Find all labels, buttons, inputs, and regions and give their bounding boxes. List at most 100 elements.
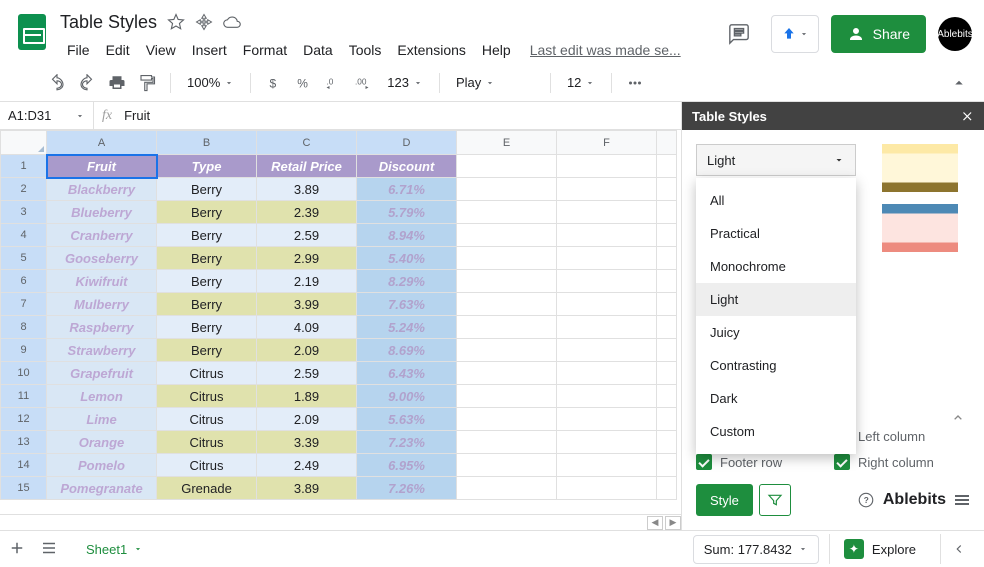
zoom-select[interactable]: 100% — [181, 75, 240, 90]
cell[interactable]: Pomelo — [47, 454, 157, 477]
cell[interactable]: 2.59 — [257, 362, 357, 385]
cell[interactable] — [657, 293, 677, 316]
cell[interactable] — [657, 316, 677, 339]
cell[interactable] — [457, 431, 557, 454]
cell[interactable] — [557, 431, 657, 454]
ablebits-brand[interactable]: ? Ablebits — [857, 491, 970, 509]
cell[interactable]: Lemon — [47, 385, 157, 408]
menu-tools[interactable]: Tools — [342, 38, 389, 62]
paint-format-icon[interactable] — [134, 70, 160, 96]
format-select[interactable]: 123 — [381, 75, 429, 90]
cell[interactable]: 3.89 — [257, 477, 357, 500]
style-preview[interactable] — [882, 204, 958, 252]
avatar[interactable]: Ablebits — [938, 17, 972, 51]
cell[interactable] — [457, 385, 557, 408]
cell[interactable]: 2.09 — [257, 408, 357, 431]
cell[interactable] — [557, 362, 657, 385]
cell[interactable] — [457, 178, 557, 201]
cell[interactable]: Type — [157, 155, 257, 178]
row-header[interactable]: 9 — [1, 339, 47, 362]
cell[interactable]: Citrus — [157, 385, 257, 408]
move-icon[interactable] — [195, 13, 213, 31]
cell[interactable] — [557, 454, 657, 477]
cell[interactable]: 5.63% — [357, 408, 457, 431]
dropdown-option[interactable]: Contrasting — [696, 349, 856, 382]
undo-icon[interactable] — [44, 70, 70, 96]
cell[interactable]: Berry — [157, 270, 257, 293]
cell[interactable]: 5.40% — [357, 247, 457, 270]
font-size-select[interactable]: 12 — [561, 75, 601, 90]
more-icon[interactable] — [622, 70, 648, 96]
cell[interactable] — [557, 477, 657, 500]
cell[interactable]: 7.23% — [357, 431, 457, 454]
cell[interactable] — [557, 339, 657, 362]
menu-help[interactable]: Help — [475, 38, 518, 62]
cell[interactable]: Berry — [157, 201, 257, 224]
row-header[interactable]: 3 — [1, 201, 47, 224]
cell[interactable]: Berry — [157, 339, 257, 362]
cell[interactable] — [557, 270, 657, 293]
row-header[interactable]: 4 — [1, 224, 47, 247]
cell[interactable]: 5.79% — [357, 201, 457, 224]
cell[interactable]: Grenade — [157, 477, 257, 500]
font-select[interactable]: Play — [450, 75, 540, 90]
grid[interactable]: A B C D E F 1FruitTypeRetail PriceDiscou… — [0, 130, 681, 514]
style-category-dropdown[interactable]: Light — [696, 144, 856, 176]
row-header[interactable]: 15 — [1, 477, 47, 500]
menu-extensions[interactable]: Extensions — [390, 38, 472, 62]
cell[interactable]: 9.00% — [357, 385, 457, 408]
col-header-b[interactable]: B — [157, 131, 257, 155]
scroll-right-icon[interactable]: ▶ — [665, 516, 681, 530]
cell[interactable]: Berry — [157, 178, 257, 201]
row-header[interactable]: 13 — [1, 431, 47, 454]
cell[interactable]: Cranberry — [47, 224, 157, 247]
cell[interactable]: 2.99 — [257, 247, 357, 270]
cell[interactable] — [657, 155, 677, 178]
cell[interactable] — [457, 293, 557, 316]
cell[interactable]: Kiwifruit — [47, 270, 157, 293]
menu-icon[interactable] — [954, 495, 970, 505]
dropdown-option[interactable]: All — [696, 184, 856, 217]
name-box[interactable]: A1:D31 — [0, 102, 94, 129]
cell[interactable] — [457, 201, 557, 224]
check-right-column[interactable]: Right column — [834, 454, 954, 470]
row-header[interactable]: 5 — [1, 247, 47, 270]
dropdown-option[interactable]: Monochrome — [696, 250, 856, 283]
cell[interactable] — [557, 155, 657, 178]
doc-title[interactable]: Table Styles — [60, 12, 157, 33]
cell[interactable]: 3.99 — [257, 293, 357, 316]
cell[interactable] — [657, 477, 677, 500]
check-footer-row[interactable]: Footer row — [696, 454, 816, 470]
cell[interactable]: 2.59 — [257, 224, 357, 247]
cell[interactable] — [657, 454, 677, 477]
cell[interactable]: 2.49 — [257, 454, 357, 477]
collapse-sidebar-icon[interactable] — [940, 534, 976, 564]
chevron-up-icon[interactable] — [950, 410, 966, 429]
share-button[interactable]: Share — [831, 15, 926, 53]
style-preview[interactable] — [882, 144, 958, 192]
decrease-decimal-icon[interactable]: .0 — [321, 70, 347, 96]
row-header[interactable]: 11 — [1, 385, 47, 408]
scroll-left-icon[interactable]: ◀ — [647, 516, 663, 530]
col-header-c[interactable]: C — [257, 131, 357, 155]
row-header[interactable]: 6 — [1, 270, 47, 293]
cell[interactable] — [557, 293, 657, 316]
cell[interactable]: 8.94% — [357, 224, 457, 247]
dropdown-option[interactable]: Light — [696, 283, 856, 316]
cell[interactable] — [657, 270, 677, 293]
dropdown-option[interactable]: Juicy — [696, 316, 856, 349]
cell[interactable]: Berry — [157, 224, 257, 247]
cell[interactable]: Citrus — [157, 362, 257, 385]
row-header[interactable]: 14 — [1, 454, 47, 477]
menu-file[interactable]: File — [60, 38, 97, 62]
cell[interactable] — [557, 316, 657, 339]
print-icon[interactable] — [104, 70, 130, 96]
select-all-corner[interactable] — [1, 131, 47, 155]
cell[interactable]: 7.63% — [357, 293, 457, 316]
cell[interactable]: Citrus — [157, 454, 257, 477]
cell[interactable]: 2.09 — [257, 339, 357, 362]
cell[interactable] — [557, 201, 657, 224]
cell[interactable]: Gooseberry — [47, 247, 157, 270]
menu-format[interactable]: Format — [236, 38, 294, 62]
cell[interactable]: Berry — [157, 293, 257, 316]
